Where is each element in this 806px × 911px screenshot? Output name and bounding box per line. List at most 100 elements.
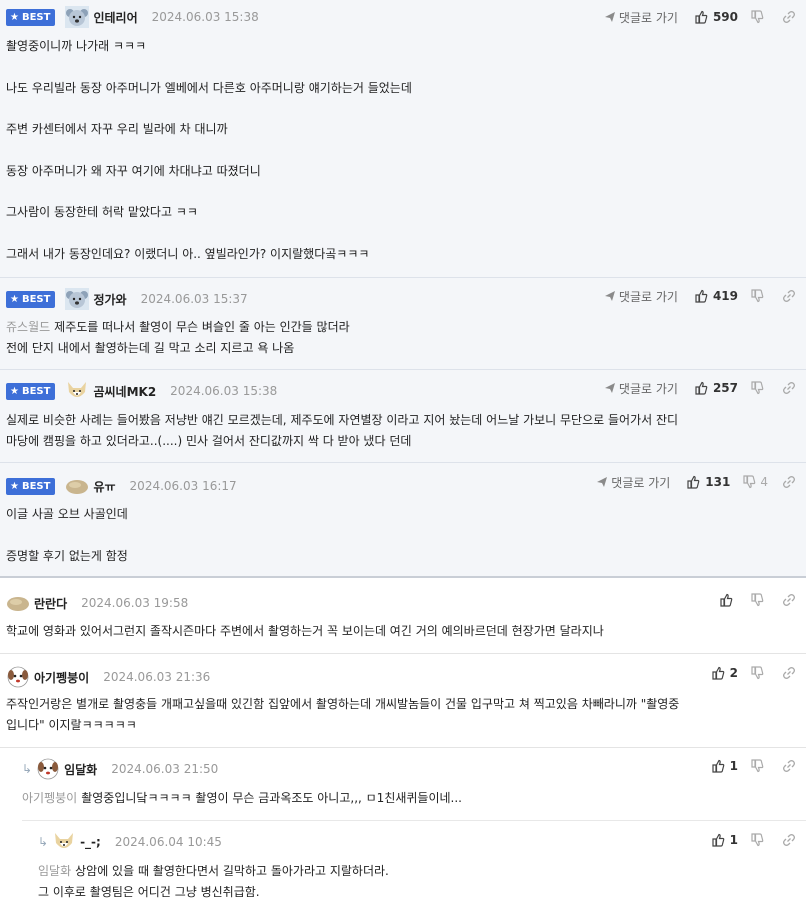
- copy-link-icon[interactable]: [782, 10, 796, 24]
- comment-item: 아기펭붕이 2024.06.03 21:36 2 주작인거랑은 별개로 촬영충들…: [0, 654, 806, 748]
- thumbs-down-icon: [750, 666, 764, 680]
- reply-item: ↳ 임달화 2024.06.03 21:50 1 아기펭붕이 촬영중입니닼ㅋㅋㅋㅋ…: [22, 748, 806, 821]
- best-badge: ★ BEST: [6, 477, 56, 495]
- reply-arrow-icon: ↳: [38, 835, 49, 849]
- thumbs-up-icon: [694, 289, 708, 303]
- thumbs-up-icon: [694, 10, 708, 24]
- dog-face-avatar-icon: [6, 666, 30, 688]
- comment-date: 2024.06.03 16:17: [129, 479, 237, 493]
- comment-author[interactable]: 유ㅠ: [93, 478, 115, 495]
- like-button[interactable]: 257: [694, 381, 738, 395]
- comment-date: 2024.06.03 15:38: [170, 384, 278, 398]
- comment-author[interactable]: 인테리어: [93, 9, 137, 26]
- thumbs-down-icon: [750, 593, 764, 607]
- send-icon: [596, 476, 608, 488]
- dislike-button[interactable]: [750, 666, 768, 680]
- comment-author[interactable]: 임달화: [64, 761, 97, 778]
- comment-body: 실제로 비슷한 사례는 들어봤음 저냥반 얘긴 모르겠는데, 제주도에 자연별장…: [6, 413, 679, 448]
- dislike-button[interactable]: 4: [742, 475, 768, 489]
- comment-date: 2024.06.03 21:36: [103, 670, 211, 684]
- like-button[interactable]: 131: [686, 475, 730, 489]
- star-icon: ★: [10, 11, 19, 23]
- comment-item: 란란다 2024.06.03 19:58 학교에 영화과 있어서그런지 졸작시즌…: [0, 580, 806, 654]
- comment-item: ★ BEST 인테리어 2024.06.03 15:38 댓글로 가기 590 촬…: [0, 0, 806, 278]
- potato-avatar-icon: [65, 475, 89, 497]
- comment-date: 2024.06.03 15:38: [151, 10, 259, 24]
- best-badge: ★ BEST: [6, 8, 56, 26]
- dislike-button[interactable]: [750, 10, 768, 24]
- go-to-reply-link[interactable]: 댓글로 가기: [596, 474, 670, 491]
- like-button[interactable]: 2: [711, 666, 738, 680]
- dog-face-avatar-icon: [36, 758, 60, 780]
- comment-item: ★ BEST 정가와 2024.06.03 15:37 댓글로 가기 419 쥬스…: [0, 278, 806, 370]
- dog-avatar-icon: [65, 380, 89, 402]
- comment-date: 2024.06.03 19:58: [81, 596, 189, 610]
- thumbs-up-icon: [719, 593, 733, 607]
- thumbs-down-icon: [750, 10, 764, 24]
- send-icon: [604, 382, 616, 394]
- koala-avatar-icon: [65, 288, 89, 310]
- thumbs-up-icon: [711, 666, 725, 680]
- like-button[interactable]: 590: [694, 10, 738, 24]
- copy-link-icon[interactable]: [782, 289, 796, 303]
- dislike-button[interactable]: [750, 289, 768, 303]
- comment-author[interactable]: 곰씨네MK2: [93, 383, 156, 400]
- comment-author[interactable]: 정가와: [93, 291, 126, 308]
- comment-body: 쥬스월드 제주도를 떠나서 촬영이 무슨 벼슬인 줄 아는 인간들 많더라 전에 …: [6, 320, 350, 355]
- copy-link-icon[interactable]: [782, 666, 796, 680]
- comment-body: 임달화 상암에 있을 때 촬영한다면서 길막하고 돌아가라고 지랄하더라. 그 이…: [38, 864, 389, 899]
- thumbs-down-icon: [750, 833, 764, 847]
- best-badge: ★ BEST: [6, 290, 56, 308]
- best-badge: ★ BEST: [6, 382, 56, 400]
- comment-item: ★ BEST 곰씨네MK2 2024.06.03 15:38 댓글로 가기 257…: [0, 370, 806, 463]
- star-icon: ★: [10, 385, 19, 397]
- mention-link[interactable]: 쥬스월드: [6, 320, 50, 334]
- star-icon: ★: [10, 480, 19, 492]
- comment-date: 2024.06.04 10:45: [114, 835, 222, 849]
- like-button[interactable]: 1: [711, 759, 738, 773]
- comment-date: 2024.06.03 21:50: [111, 762, 219, 776]
- go-to-reply-link[interactable]: 댓글로 가기: [604, 288, 678, 305]
- like-button[interactable]: 419: [694, 289, 738, 303]
- thumbs-up-icon: [711, 759, 725, 773]
- thumbs-up-icon: [694, 381, 708, 395]
- comment-body: 학교에 영화과 있어서그런지 졸작시즌마다 주변에서 촬영하는거 꼭 보이는데 …: [6, 624, 604, 638]
- send-icon: [604, 290, 616, 302]
- comment-body: 이글 사골 오브 사골인데 증명할 후기 없는게 함정: [6, 507, 128, 563]
- go-to-reply-link[interactable]: 댓글로 가기: [604, 9, 678, 26]
- copy-link-icon[interactable]: [782, 381, 796, 395]
- send-icon: [604, 11, 616, 23]
- copy-link-icon[interactable]: [782, 593, 796, 607]
- thumbs-down-icon: [750, 381, 764, 395]
- dog-avatar-icon: [52, 831, 76, 853]
- potato-avatar-icon: [6, 592, 30, 614]
- dislike-button[interactable]: [750, 759, 768, 773]
- mention-link[interactable]: 아기펭붕이: [22, 791, 77, 805]
- copy-link-icon[interactable]: [782, 759, 796, 773]
- reply-item: ↳ -_-; 2024.06.04 10:45 1 임달화 상암에 있을 때 촬영…: [38, 821, 806, 911]
- dislike-button[interactable]: [750, 381, 768, 395]
- copy-link-icon[interactable]: [782, 833, 796, 847]
- comment-body: 아기펭붕이 촬영중입니닼ㅋㅋㅋㅋ 촬영이 무슨 금과옥조도 아니고,,, ㅁ1친새…: [22, 791, 462, 805]
- copy-link-icon[interactable]: [782, 475, 796, 489]
- go-to-reply-link[interactable]: 댓글로 가기: [604, 380, 678, 397]
- like-button[interactable]: 1: [711, 833, 738, 847]
- mention-link[interactable]: 임달화: [38, 864, 71, 878]
- koala-avatar-icon: [65, 6, 89, 28]
- thumbs-up-icon: [711, 833, 725, 847]
- like-button[interactable]: [719, 593, 738, 607]
- comment-author[interactable]: 아기펭붕이: [34, 669, 89, 686]
- comment-author[interactable]: 란란다: [34, 595, 67, 612]
- comment-body: 주작인거랑은 별개로 촬영충들 개패고싶을때 있긴함 집앞에서 촬영하는데 개씨…: [6, 697, 680, 732]
- thumbs-down-icon: [742, 475, 756, 489]
- thumbs-up-icon: [686, 475, 700, 489]
- star-icon: ★: [10, 293, 19, 305]
- thumbs-down-icon: [750, 759, 764, 773]
- comment-item: ★ BEST 유ㅠ 2024.06.03 16:17 댓글로 가기 131 4 이…: [0, 463, 806, 578]
- dislike-button[interactable]: [750, 833, 768, 847]
- comment-author[interactable]: -_-;: [80, 835, 101, 849]
- dislike-button[interactable]: [750, 593, 768, 607]
- reply-arrow-icon: ↳: [22, 762, 33, 776]
- comment-body: 촬영중이니까 나가래 ㅋㅋㅋ 나도 우리빌라 동장 아주머니가 엘베에서 다른호…: [6, 39, 412, 261]
- comment-date: 2024.06.03 15:37: [140, 292, 248, 306]
